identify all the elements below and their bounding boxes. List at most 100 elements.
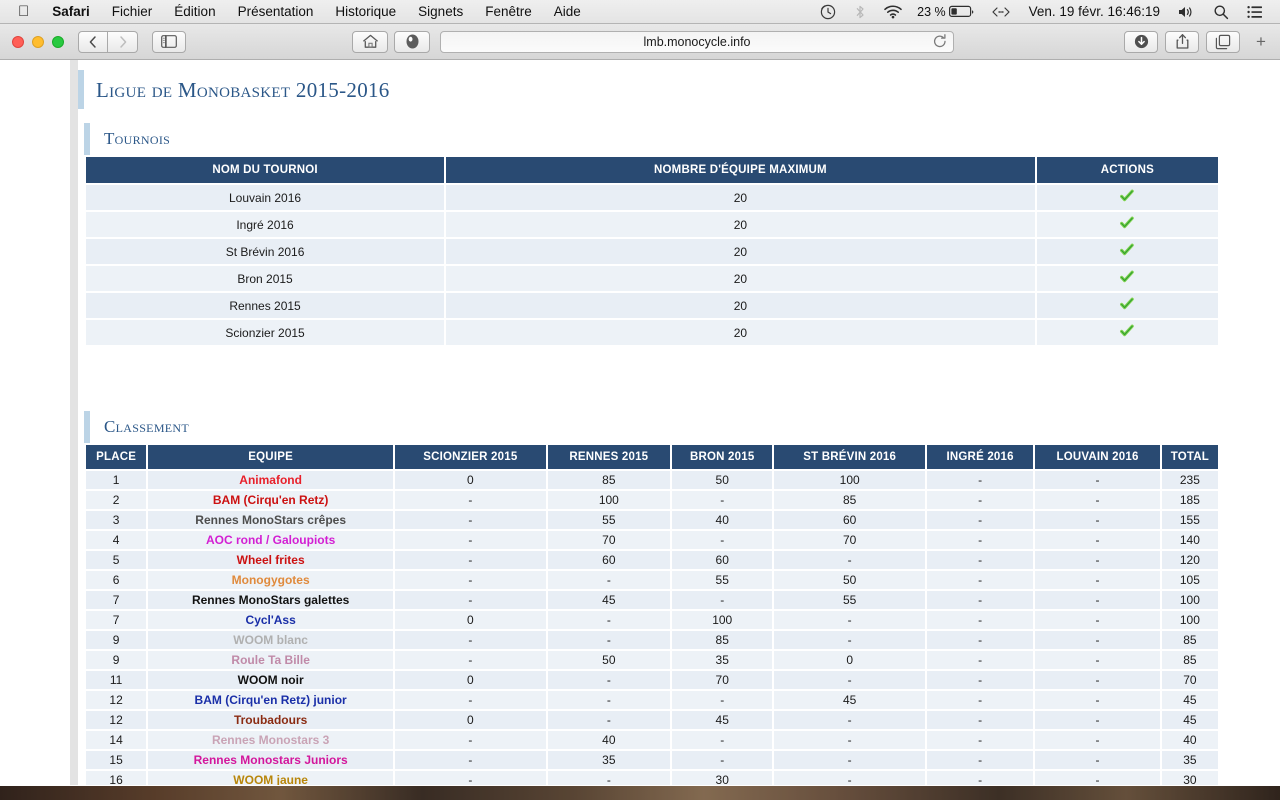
team-total: 70 [1161,671,1218,689]
table-row: Louvain 2016 20 [86,185,1218,210]
team-total: 105 [1161,571,1218,589]
reload-icon[interactable] [933,33,947,49]
team-place: 7 [86,591,147,609]
score-rennes: - [547,571,671,589]
score-rennes: 35 [547,751,671,769]
code-brackets-icon[interactable] [981,0,1021,23]
score-ingre: - [926,671,1034,689]
score-ingre: - [926,511,1034,529]
team-place: 7 [86,611,147,629]
volume-icon[interactable] [1168,0,1204,23]
score-rennes: 50 [547,651,671,669]
close-window-button[interactable] [12,35,24,48]
score-ingre: - [926,491,1034,509]
score-scionzier: 0 [395,611,546,629]
score-bron: 50 [672,471,773,489]
battery-icon[interactable] [948,0,981,23]
col-equipe[interactable]: Equipe [148,445,394,469]
menu-signets[interactable]: Signets [407,0,474,23]
menu-historique[interactable]: Historique [324,0,407,23]
ghostery-shield-icon[interactable] [394,30,430,53]
col-ingre-2016[interactable]: Ingré 2016 [926,445,1034,469]
notification-center-icon[interactable] [1238,0,1272,23]
team-place: 3 [86,511,147,529]
score-ingre: - [926,711,1034,729]
check-icon[interactable] [1120,324,1135,341]
show-all-tabs-icon[interactable] [1206,30,1240,53]
team-name: BAM (Cirqu'en Retz) junior [148,691,394,709]
team-total: 235 [1161,471,1218,489]
tournoi-nom: Rennes 2015 [86,293,445,318]
menu-fenetre[interactable]: Fenêtre [474,0,543,23]
apple-logo-icon[interactable]:  [0,0,41,23]
score-scionzier: - [395,571,546,589]
team-name: Animafond [148,471,394,489]
col-nom-tournoi[interactable]: Nom du tournoi [86,157,445,183]
col-total[interactable]: Total [1161,445,1218,469]
check-icon[interactable] [1120,243,1135,260]
maximize-window-button[interactable] [52,35,64,48]
score-louvain: - [1035,531,1160,549]
time-machine-icon[interactable] [811,0,845,23]
table-row: 9 Roule Ta Bille -50 35 0- -85 [86,651,1218,669]
home-icon[interactable] [352,30,388,53]
team-name: Roule Ta Bille [148,651,394,669]
score-scionzier: - [395,631,546,649]
score-bron: 40 [672,511,773,529]
check-icon[interactable] [1120,189,1135,206]
col-bron-2015[interactable]: Bron 2015 [672,445,773,469]
score-bron: - [672,691,773,709]
score-louvain: - [1035,571,1160,589]
tournoi-max-equipes: 20 [446,320,1035,345]
menu-bar-clock[interactable]: Ven. 19 févr. 16:46:19 [1021,4,1168,19]
bluetooth-icon[interactable] [845,0,875,23]
col-nombre-equipe-max[interactable]: Nombre d'équipe maximum [446,157,1035,183]
score-rennes: 55 [547,511,671,529]
battery-percent-label: 23 % [917,4,946,19]
chevron-left-icon[interactable] [78,30,108,53]
minimize-window-button[interactable] [32,35,44,48]
check-icon[interactable] [1120,297,1135,314]
download-icon[interactable] [1124,30,1158,53]
team-name: Cycl'Ass [148,611,394,629]
score-stbrevin: - [774,711,925,729]
col-scionzier-2015[interactable]: Scionzier 2015 [395,445,546,469]
menu-fichier[interactable]: Fichier [101,0,164,23]
score-rennes: 85 [547,471,671,489]
score-bron: 55 [672,571,773,589]
score-ingre: - [926,631,1034,649]
safari-toolbar: lmb.monocycle.info + [0,24,1280,60]
col-st-brevin-2016[interactable]: St Brévin 2016 [774,445,925,469]
col-place[interactable]: Place [86,445,147,469]
share-icon[interactable] [1165,30,1199,53]
team-place: 11 [86,671,147,689]
score-bron: - [672,591,773,609]
menu-safari[interactable]: Safari [41,0,101,23]
team-name: Rennes Monostars 3 [148,731,394,749]
check-icon[interactable] [1120,216,1135,233]
menu-aide[interactable]: Aide [543,0,592,23]
score-louvain: - [1035,491,1160,509]
url-text: lmb.monocycle.info [643,34,751,49]
score-stbrevin: - [774,671,925,689]
menu-presentation[interactable]: Présentation [227,0,325,23]
score-scionzier: - [395,551,546,569]
tournoi-action-cell [1036,185,1218,210]
new-tab-button[interactable]: + [1248,32,1274,52]
chevron-right-icon[interactable] [108,30,138,53]
table-row: 16 WOOM jaune - -30- - -30 [86,771,1218,785]
team-place: 5 [86,551,147,569]
score-louvain: - [1035,731,1160,749]
col-rennes-2015[interactable]: Rennes 2015 [547,445,671,469]
col-actions[interactable]: Actions [1036,157,1218,183]
menu-bar-status-items: 23 % Ven. 19 févr. 16:46:19 [811,0,1280,23]
score-ingre: - [926,551,1034,569]
search-icon[interactable] [1204,0,1238,23]
sidebar-icon[interactable] [152,30,186,53]
col-louvain-2016[interactable]: Louvain 2016 [1035,445,1160,469]
wifi-icon[interactable] [875,0,911,23]
address-bar[interactable]: lmb.monocycle.info [440,30,954,53]
macos-menu-bar:  Safari Fichier Édition Présentation Hi… [0,0,1280,24]
menu-edition[interactable]: Édition [163,0,226,23]
check-icon[interactable] [1120,270,1135,287]
